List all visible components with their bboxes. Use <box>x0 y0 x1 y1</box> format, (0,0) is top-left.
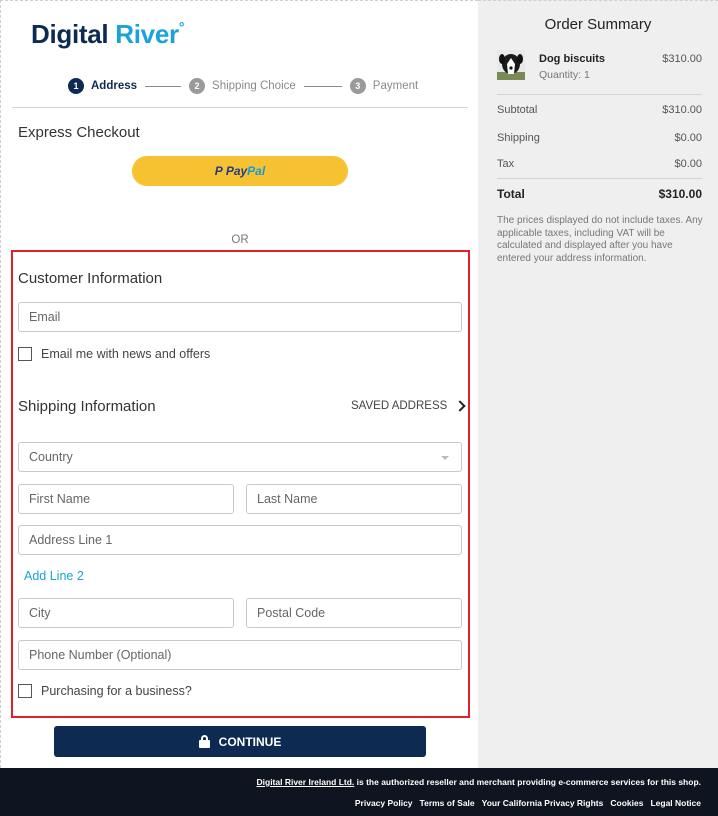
saved-address-link[interactable]: SAVED ADDRESS <box>351 400 466 412</box>
product-price: $310.00 <box>662 53 702 65</box>
tax-disclaimer: The prices displayed do not include taxe… <box>497 215 703 264</box>
site-footer: Digital River Ireland Ltd. is the author… <box>0 768 718 816</box>
order-summary-title: Order Summary <box>544 16 652 33</box>
newsletter-label: Email me with news and offers <box>41 347 211 361</box>
cookies-link[interactable]: Cookies <box>610 798 643 808</box>
country-select-value: Country <box>29 450 73 464</box>
product-quantity: Quantity: 1 <box>539 69 590 81</box>
step-number: 2 <box>189 78 206 94</box>
summary-divider <box>497 178 702 179</box>
reseller-text: is the authorized reseller and merchant … <box>354 777 701 787</box>
tax-label: Tax <box>497 158 515 170</box>
shipping-value: $0.00 <box>674 132 702 144</box>
country-select[interactable]: Country <box>18 442 462 472</box>
total-value: $310.00 <box>658 187 702 201</box>
paypal-button[interactable]: P Pay Pal <box>132 156 348 186</box>
total-label: Total <box>497 187 525 201</box>
business-checkbox[interactable] <box>18 684 32 698</box>
shipping-label: Shipping <box>497 132 540 144</box>
newsletter-checkbox[interactable] <box>18 347 32 361</box>
logo-text-digital: Digital <box>31 19 116 49</box>
saved-address-label: SAVED ADDRESS <box>351 400 448 412</box>
terms-of-sale-link[interactable]: Terms of Sale <box>420 798 475 808</box>
checkout-steps: 1 Address 2 Shipping Choice 3 Payment <box>68 78 418 94</box>
paypal-icon: P <box>214 164 223 178</box>
step-connector <box>145 85 182 87</box>
or-separator: OR <box>231 234 249 246</box>
email-field[interactable] <box>18 302 462 332</box>
privacy-policy-link[interactable]: Privacy Policy <box>355 798 413 808</box>
header-divider <box>12 107 468 108</box>
dog-product-image <box>497 50 525 80</box>
first-name-field[interactable] <box>18 484 234 514</box>
order-summary-panel: Order Summary Dog biscuits Quantity: 1 $… <box>478 0 718 768</box>
footer-links: Privacy Policy Terms of Sale Your Califo… <box>348 798 701 808</box>
step-address: 1 Address <box>68 78 137 94</box>
express-checkout-title: Express Checkout <box>18 124 140 141</box>
step-label: Payment <box>372 80 419 92</box>
phone-number-field[interactable] <box>18 640 462 670</box>
lock-icon <box>198 735 210 748</box>
city-input[interactable] <box>29 606 223 620</box>
last-name-input[interactable] <box>257 492 451 506</box>
shipping-row: Shipping $0.00 <box>497 132 702 144</box>
reseller-notice: Digital River Ireland Ltd. is the author… <box>257 777 702 787</box>
logo-mark: ° <box>178 19 185 35</box>
postal-code-input[interactable] <box>257 606 451 620</box>
customer-information-title: Customer Information <box>18 270 163 287</box>
tax-row: Tax $0.00 <box>497 158 702 170</box>
chevron-right-icon <box>454 400 466 412</box>
first-name-input[interactable] <box>29 492 223 506</box>
continue-button[interactable]: CONTINUE <box>54 726 426 757</box>
total-row: Total $310.00 <box>497 187 702 201</box>
logo-text-river: River <box>115 19 179 49</box>
step-payment: 3 Payment <box>349 78 419 94</box>
step-number: 3 <box>349 78 366 94</box>
reseller-link[interactable]: Digital River Ireland Ltd. <box>257 777 355 787</box>
continue-label: CONTINUE <box>218 734 282 749</box>
california-privacy-link[interactable]: Your California Privacy Rights <box>482 798 604 808</box>
summary-divider <box>497 94 702 95</box>
address-line-1-input[interactable] <box>29 533 451 547</box>
phone-number-input[interactable] <box>29 648 451 662</box>
step-label: Shipping Choice <box>212 80 296 92</box>
step-label: Address <box>91 80 138 92</box>
postal-code-field[interactable] <box>246 598 462 628</box>
checkout-main-panel: Digital River° 1 Address 2 Shipping Choi… <box>0 0 478 768</box>
business-label: Purchasing for a business? <box>41 684 192 698</box>
digital-river-logo: Digital River° <box>31 19 184 50</box>
city-field[interactable] <box>18 598 234 628</box>
subtotal-label: Subtotal <box>497 104 538 116</box>
business-purchase-option[interactable]: Purchasing for a business? <box>18 684 192 698</box>
product-name: Dog biscuits <box>539 53 606 65</box>
last-name-field[interactable] <box>246 484 462 514</box>
step-shipping-choice: 2 Shipping Choice <box>189 78 296 94</box>
paypal-text-pal: Pal <box>247 164 266 178</box>
step-number: 1 <box>68 78 84 94</box>
email-input[interactable] <box>29 310 451 324</box>
step-connector <box>303 85 342 87</box>
subtotal-value: $310.00 <box>662 104 702 116</box>
subtotal-row: Subtotal $310.00 <box>497 104 702 116</box>
legal-notice-link[interactable]: Legal Notice <box>650 798 701 808</box>
shipping-information-title: Shipping Information <box>18 398 156 415</box>
checkout-page: Digital River° 1 Address 2 Shipping Choi… <box>0 0 718 768</box>
address-line-1-field[interactable] <box>18 525 462 555</box>
paypal-text-pay: Pay <box>225 164 248 178</box>
add-line-2-link[interactable]: Add Line 2 <box>24 569 84 583</box>
newsletter-option[interactable]: Email me with news and offers <box>18 347 210 361</box>
tax-value: $0.00 <box>674 158 702 170</box>
chevron-down-icon <box>441 456 449 460</box>
